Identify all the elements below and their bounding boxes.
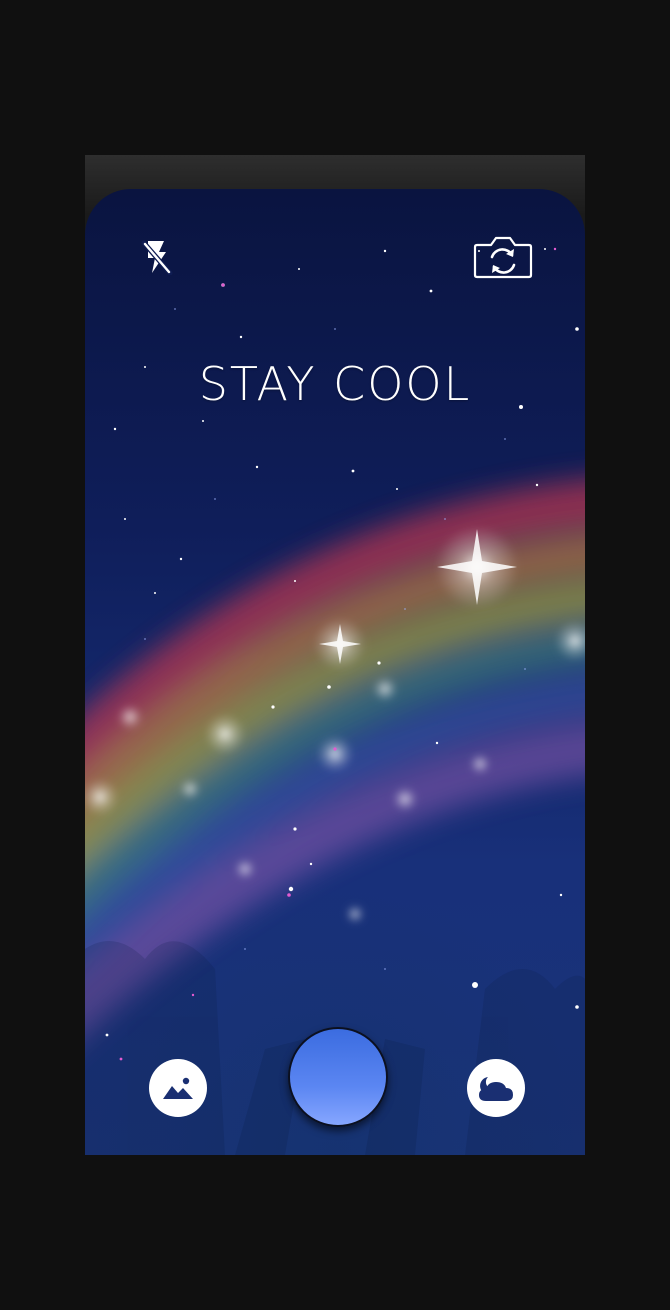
rainbow-sky-filter	[85, 247, 585, 1155]
switch-camera-button[interactable]	[471, 231, 535, 283]
flash-off-icon	[141, 240, 173, 275]
phone-screen: STAY COOL	[85, 155, 585, 1155]
gallery-button[interactable]	[149, 1059, 207, 1117]
flash-off-button[interactable]	[137, 237, 177, 277]
filter-headline: STAY COOL	[198, 357, 472, 411]
landscape-image-icon	[163, 1077, 193, 1099]
camera-switch-icon	[473, 236, 533, 279]
cloud-moon-icon	[479, 1077, 513, 1101]
camera-viewfinder[interactable]: STAY COOL	[85, 189, 585, 1155]
weather-filter-button[interactable]	[467, 1059, 525, 1117]
shutter-button[interactable]	[288, 1027, 388, 1127]
